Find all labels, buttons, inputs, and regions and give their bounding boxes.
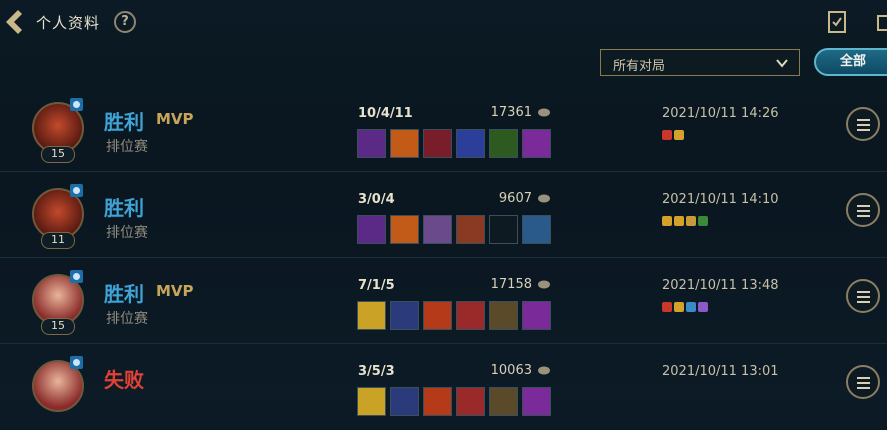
item-slot [423, 387, 452, 416]
item-slot [522, 387, 551, 416]
champion-level: 15 [41, 318, 75, 335]
item-slot [489, 129, 518, 158]
item-slot [390, 129, 419, 158]
filter-selected-value: 所有对局 [613, 59, 666, 74]
match-detail-button[interactable] [846, 279, 880, 313]
all-button[interactable]: 全部 [814, 48, 887, 76]
match-time: 2021/10/11 13:01 [662, 364, 779, 379]
help-button[interactable]: ? [114, 11, 136, 33]
item-slot [357, 387, 386, 416]
top-bar: 个人资料 ? [0, 0, 887, 44]
gold-icon [538, 366, 550, 375]
item-slot [522, 301, 551, 330]
spell-icon [662, 216, 672, 226]
item-slot [390, 301, 419, 330]
gold-amount: 10063 [490, 363, 532, 378]
match-mode: 排位赛 [106, 139, 148, 155]
share-icon[interactable] [876, 12, 887, 34]
match-row[interactable]: 失败 3/5/3 10063 2021/10/11 13:01 [0, 344, 887, 430]
match-result: 失败 [104, 368, 144, 392]
spell-icon [674, 130, 684, 140]
kda: 7/1/5 [358, 278, 395, 293]
spell-icon [674, 216, 684, 226]
party-badge-icon [70, 98, 83, 111]
match-result: 胜利 [104, 110, 144, 134]
item-slot [489, 301, 518, 330]
back-chevron-icon [6, 10, 22, 34]
match-time: 2021/10/11 13:48 [662, 278, 779, 293]
kda: 3/5/3 [358, 364, 395, 379]
match-row[interactable]: 15 胜利 MVP 排位赛 10/4/11 17361 2021/10/11 1… [0, 86, 887, 172]
match-filter-select[interactable]: 所有对局 [600, 49, 800, 76]
item-slot-empty [489, 215, 518, 244]
kda: 10/4/11 [358, 106, 413, 121]
match-result: 胜利 [104, 196, 144, 220]
match-time: 2021/10/11 14:10 [662, 192, 779, 207]
item-slot [423, 129, 452, 158]
item-slot [522, 215, 551, 244]
gold-amount: 17158 [490, 277, 532, 292]
match-detail-button[interactable] [846, 365, 880, 399]
spell-icon [662, 130, 672, 140]
match-detail-button[interactable] [846, 193, 880, 227]
match-row[interactable]: 15 胜利 MVP 排位赛 7/1/5 17158 2021/10/11 13:… [0, 258, 887, 344]
mvp-badge: MVP [156, 282, 194, 300]
chevron-down-icon [776, 59, 788, 68]
spell-icon [698, 216, 708, 226]
item-slot [456, 129, 485, 158]
spell-icon [698, 302, 708, 312]
checklist-icon[interactable] [826, 10, 848, 34]
item-slot [456, 215, 485, 244]
match-result: 胜利 [104, 282, 144, 306]
party-badge-icon [70, 184, 83, 197]
item-slot [522, 129, 551, 158]
item-slot [390, 215, 419, 244]
match-detail-button[interactable] [846, 107, 880, 141]
item-slot [456, 387, 485, 416]
back-button[interactable] [4, 8, 28, 36]
item-slot [357, 301, 386, 330]
party-badge-icon [70, 270, 83, 283]
match-mode: 排位赛 [106, 311, 148, 327]
spell-icon [686, 216, 696, 226]
match-time: 2021/10/11 14:26 [662, 106, 779, 121]
item-slot [489, 387, 518, 416]
item-slot [456, 301, 485, 330]
gold-amount: 17361 [490, 105, 532, 120]
page-title: 个人资料 [36, 14, 101, 32]
kda: 3/0/4 [358, 192, 395, 207]
match-row[interactable]: 11 胜利 排位赛 3/0/4 9607 2021/10/11 14:10 [0, 172, 887, 258]
champion-level: 15 [41, 146, 75, 163]
match-mode: 排位赛 [106, 225, 148, 241]
spell-icon [662, 302, 672, 312]
party-badge-icon [70, 356, 83, 369]
item-slot [390, 387, 419, 416]
champion-level: 11 [41, 232, 75, 249]
gold-amount: 9607 [498, 191, 532, 206]
gold-icon [538, 194, 550, 203]
gold-icon [538, 280, 550, 289]
spell-icon [686, 302, 696, 312]
mvp-badge: MVP [156, 110, 194, 128]
gold-icon [538, 108, 550, 117]
spell-icon [674, 302, 684, 312]
item-slot [423, 215, 452, 244]
item-slot [357, 215, 386, 244]
item-slot [357, 129, 386, 158]
item-slot [423, 301, 452, 330]
